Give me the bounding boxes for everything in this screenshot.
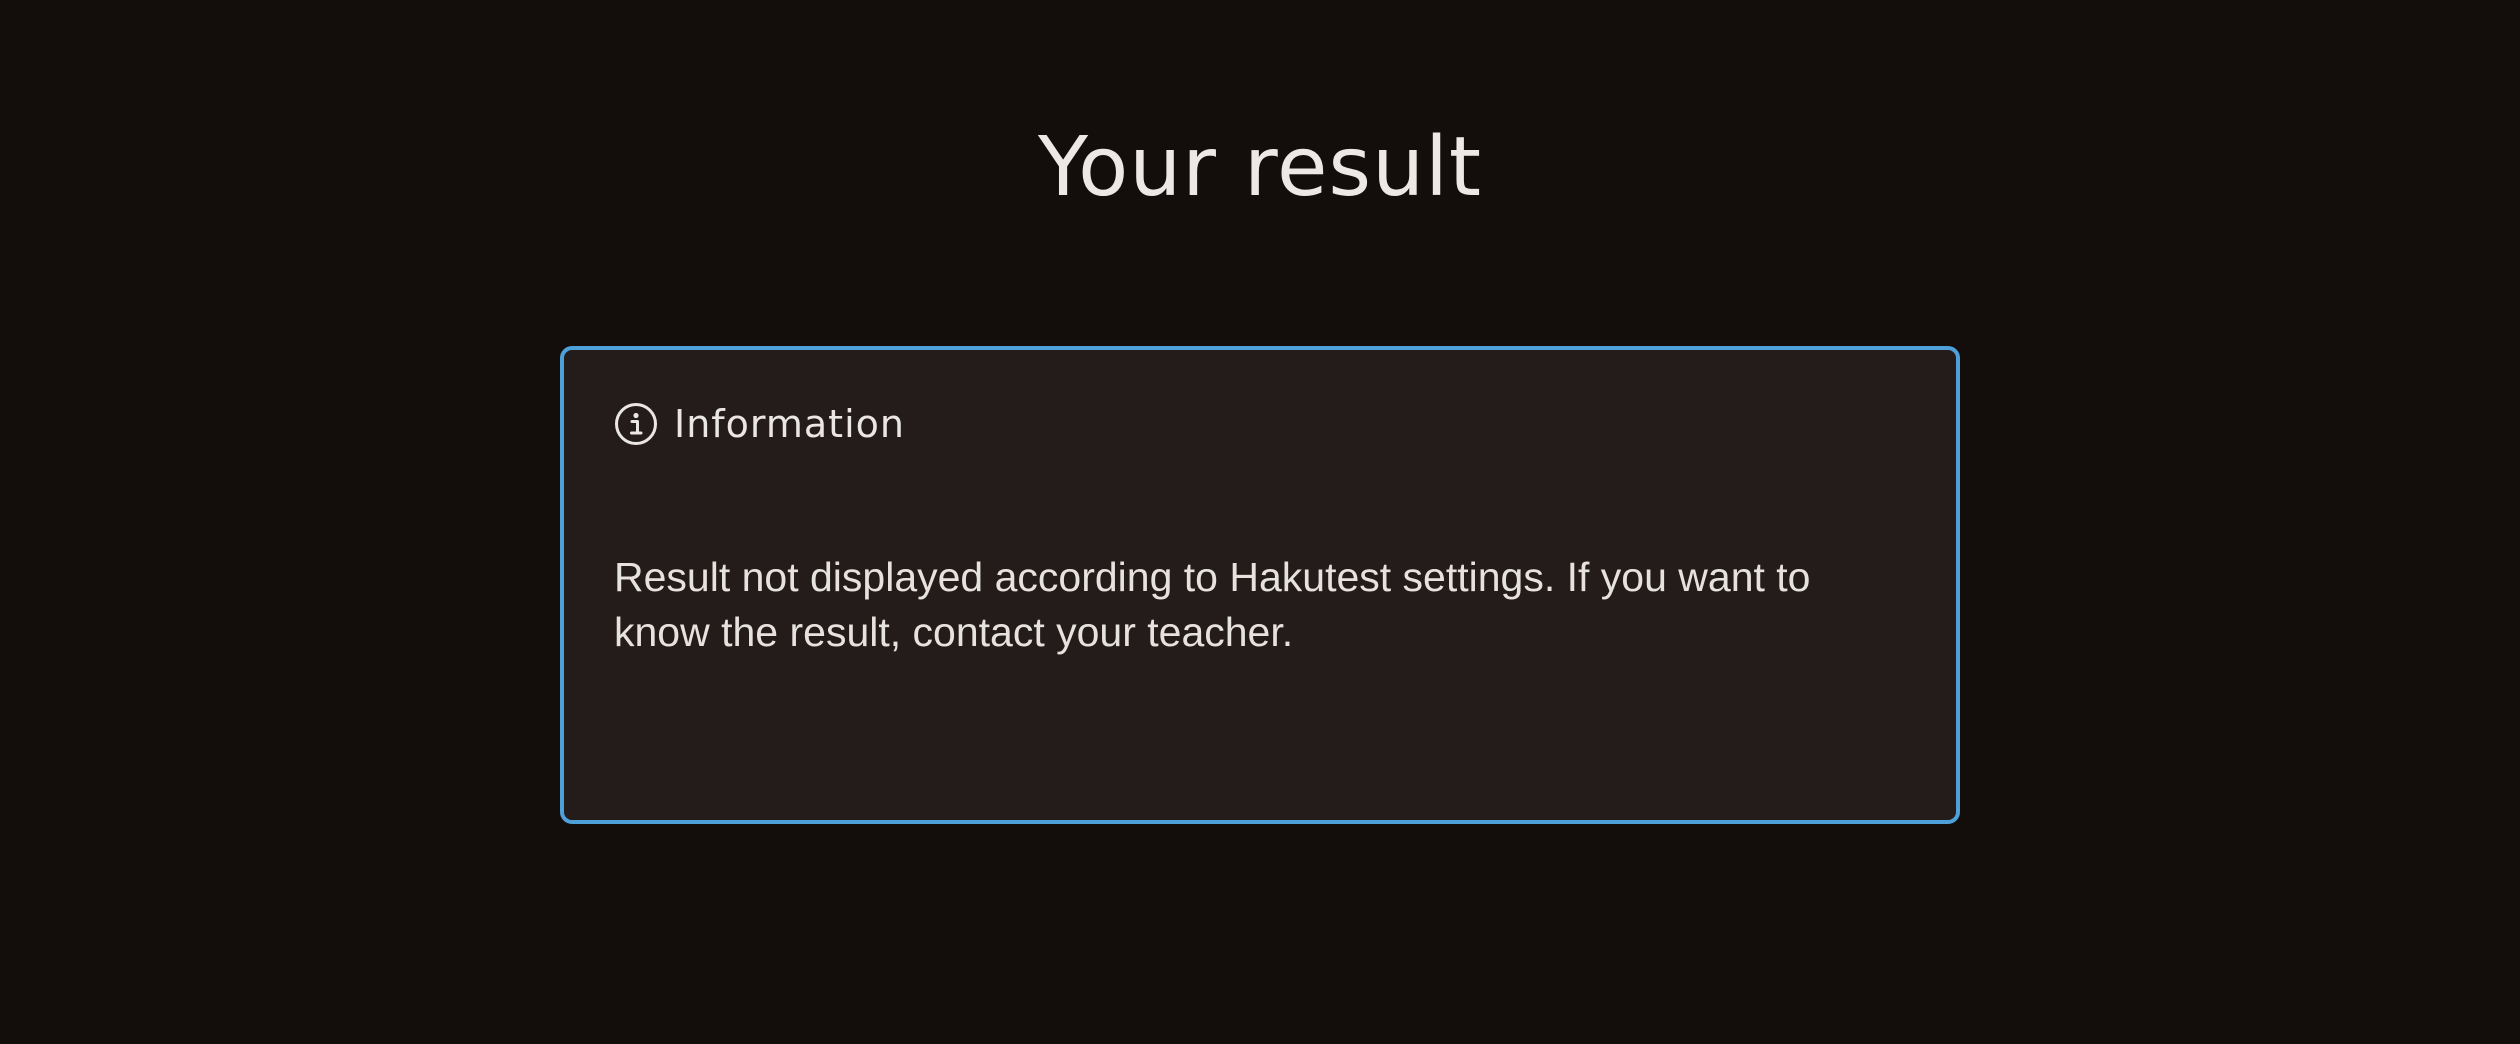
- info-card-message: Result not displayed according to Hakute…: [614, 554, 1811, 655]
- page-title: Your result: [1037, 120, 1483, 215]
- info-card-header: Information: [614, 400, 905, 448]
- info-circle-icon: [614, 402, 658, 446]
- info-card-title: Information: [674, 402, 905, 446]
- info-card: Information Result not displayed accordi…: [560, 346, 1960, 824]
